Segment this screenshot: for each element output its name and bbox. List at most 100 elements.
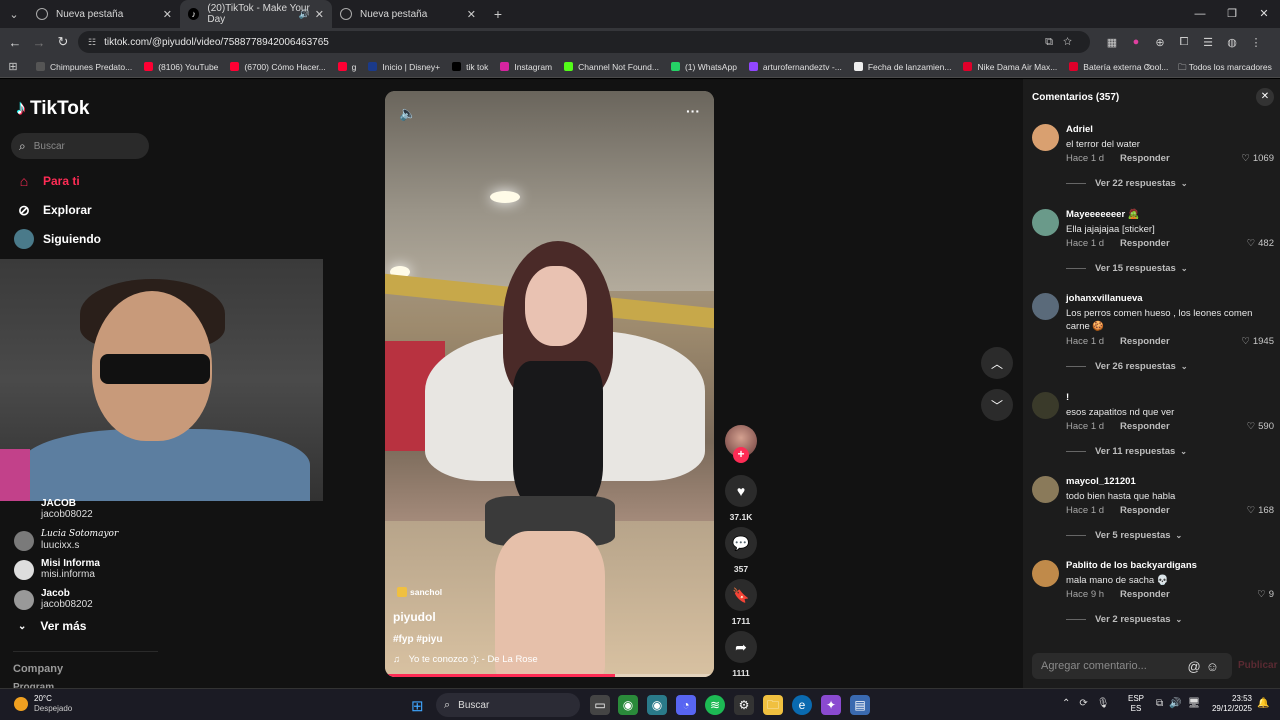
- language-indicator[interactable]: ESP ES: [1128, 694, 1144, 714]
- view-replies-button[interactable]: Ver 11 respuestas ⌄: [1066, 446, 1187, 457]
- comment-like-button[interactable]: ♡ 168: [1247, 505, 1274, 516]
- save-button[interactable]: 🔖 1711: [725, 579, 757, 626]
- bookmark-item[interactable]: Chimpunes Predato...: [36, 62, 132, 72]
- tab-search-icon[interactable]: ⌄: [0, 0, 28, 28]
- puzzle-icon[interactable]: ⧠: [1172, 36, 1196, 49]
- share-button[interactable]: ➦ 1111: [725, 631, 757, 678]
- forward-icon[interactable]: →: [27, 35, 51, 50]
- plus-circle-icon[interactable]: ⊕: [1148, 36, 1172, 49]
- comment-user[interactable]: Mayeeeeeeer 🧟: [1066, 209, 1140, 220]
- tiktok-logo[interactable]: ♪ TikTok: [16, 97, 89, 120]
- back-icon[interactable]: ←: [3, 35, 27, 50]
- comment-user[interactable]: Pablito de los backyardigans: [1066, 560, 1197, 571]
- tab-tiktok[interactable]: ♪ (20)TikTok - Make Your Day 🔊 ✕: [180, 0, 332, 28]
- notification-icon[interactable]: 🔔: [1257, 698, 1269, 709]
- bookmark-item[interactable]: Channel Not Found...: [564, 62, 659, 72]
- bookmark-item[interactable]: g: [337, 62, 356, 72]
- previous-video-button[interactable]: ︿: [981, 347, 1013, 379]
- account-item[interactable]: Lucia Sotomayor luucixx.s: [14, 529, 118, 552]
- windows-start-icon[interactable]: ⊞: [411, 697, 424, 715]
- comment-like-button[interactable]: ♡ 9: [1257, 589, 1274, 600]
- chrome-profile-icon[interactable]: ◉: [647, 695, 667, 715]
- close-window-icon[interactable]: ✕: [1248, 0, 1280, 28]
- copilot-icon[interactable]: ✦: [821, 695, 841, 715]
- bookmark-item[interactable]: Fecha de lanzamien...: [853, 62, 951, 72]
- file-explorer-icon[interactable]: 🗀: [763, 695, 783, 715]
- site-info-icon[interactable]: ☷: [88, 37, 96, 48]
- bookmarks-more[interactable]: »: [1146, 56, 1152, 77]
- video-hashtags[interactable]: #fyp #piyu: [393, 634, 442, 645]
- chrome-app-icon[interactable]: ◉: [618, 695, 638, 715]
- clock[interactable]: 23:53 29/12/2025: [1206, 694, 1252, 714]
- view-replies-button[interactable]: Ver 26 respuestas ⌄: [1066, 361, 1188, 372]
- close-icon[interactable]: ✕: [467, 8, 476, 21]
- apps-icon[interactable]: ⊞: [0, 60, 26, 73]
- system-tray[interactable]: ⌃⟳🎙: [1062, 698, 1118, 709]
- reply-button[interactable]: Responder: [1120, 238, 1170, 249]
- avatar[interactable]: [1032, 293, 1059, 320]
- reply-button[interactable]: Responder: [1120, 589, 1170, 600]
- view-replies-button[interactable]: Ver 2 respuestas ⌄: [1066, 614, 1182, 625]
- url-field[interactable]: ☷ tiktok.com/@piyudol/video/758877894200…: [78, 31, 1090, 53]
- view-replies-button[interactable]: Ver 15 respuestas ⌄: [1066, 263, 1188, 274]
- tab-new-2[interactable]: Nueva pestaña ✕: [332, 0, 484, 28]
- bookmark-item[interactable]: (8106) YouTube: [144, 62, 218, 72]
- comment-like-button[interactable]: ♡ 1069: [1241, 153, 1274, 164]
- comment-input[interactable]: Agregar comentario... @☺: [1032, 653, 1232, 679]
- profile-icon[interactable]: ◍: [1220, 36, 1244, 49]
- video-player[interactable]: 🔈 ··· sanchol piyudol #fyp #piyu ♫ Yo te…: [385, 91, 714, 677]
- next-video-button[interactable]: ﹀: [981, 389, 1013, 421]
- record-icon[interactable]: ●: [1124, 36, 1148, 48]
- see-more-button[interactable]: ⌄ Ver más: [18, 619, 86, 633]
- comment-user[interactable]: maycol_121201: [1066, 476, 1136, 487]
- reply-button[interactable]: Responder: [1120, 505, 1170, 516]
- comment-user[interactable]: johanxvillanueva: [1066, 293, 1143, 304]
- comment-button[interactable]: 💬 357: [725, 527, 757, 574]
- close-comments-icon[interactable]: ✕: [1256, 88, 1274, 106]
- avatar[interactable]: [1032, 476, 1059, 503]
- discord-icon[interactable]: ◔: [676, 695, 696, 715]
- post-button[interactable]: Publicar: [1238, 660, 1277, 671]
- media-icon[interactable]: ☰: [1196, 36, 1220, 49]
- edge-icon[interactable]: e: [792, 695, 812, 715]
- more-options-icon[interactable]: ···: [686, 103, 700, 119]
- tab-new-1[interactable]: Nueva pestaña ✕: [28, 0, 180, 28]
- volume-icon[interactable]: 🔈: [399, 105, 416, 122]
- avatar[interactable]: [1032, 209, 1059, 236]
- menu-icon[interactable]: ⋮: [1244, 36, 1268, 49]
- comment-user[interactable]: Adriel: [1066, 124, 1093, 135]
- new-tab-button[interactable]: +: [484, 6, 512, 22]
- taskbar-search[interactable]: ⌕ Buscar: [436, 693, 580, 717]
- bookmark-item[interactable]: (6700) Cómo Hacer...: [230, 62, 326, 72]
- company-link[interactable]: Company: [13, 663, 63, 675]
- video-progress-bar[interactable]: [385, 674, 714, 677]
- maximize-icon[interactable]: ❐: [1216, 0, 1248, 28]
- nav-siguiendo[interactable]: Siguiendo: [14, 229, 101, 249]
- account-item[interactable]: JACOB jacob08022: [14, 498, 93, 521]
- nav-explorar[interactable]: ⊘ Explorar: [14, 200, 92, 220]
- avatar[interactable]: [1032, 392, 1059, 419]
- comment-user[interactable]: !: [1066, 392, 1069, 403]
- reply-button[interactable]: Responder: [1120, 421, 1170, 432]
- account-item[interactable]: Jacob jacob08202: [14, 588, 93, 611]
- all-bookmarks[interactable]: 🗀 Todos los marcadores: [1178, 56, 1272, 77]
- close-icon[interactable]: ✕: [163, 8, 172, 21]
- bookmark-item[interactable]: Nike Dama Air Max...: [963, 62, 1057, 72]
- store-icon[interactable]: ▤: [850, 695, 870, 715]
- weather-widget[interactable]: 20°C Despejado: [14, 694, 72, 714]
- bookmark-item[interactable]: Inicio | Disney+: [368, 62, 440, 72]
- bookmark-item[interactable]: tik tok: [452, 62, 488, 72]
- speaker-icon[interactable]: 🔊: [299, 9, 310, 20]
- avatar[interactable]: [1032, 560, 1059, 587]
- close-icon[interactable]: ✕: [315, 8, 324, 21]
- bookmark-item[interactable]: (1) WhatsApp: [670, 62, 737, 72]
- extension-icon[interactable]: ▦: [1100, 36, 1124, 49]
- mention-emoji-icons[interactable]: @☺: [1188, 659, 1224, 674]
- reload-icon[interactable]: ↻: [51, 34, 75, 50]
- minimize-icon[interactable]: —: [1184, 0, 1216, 28]
- spotify-icon[interactable]: ≋: [705, 695, 725, 715]
- video-author[interactable]: piyudol: [393, 610, 436, 624]
- network-volume-icons[interactable]: ⧉🔊🖥: [1156, 698, 1206, 709]
- nav-para-ti[interactable]: ⌂ Para ti: [14, 171, 80, 191]
- bookmark-star-icon[interactable]: ⧉☆: [1045, 36, 1082, 49]
